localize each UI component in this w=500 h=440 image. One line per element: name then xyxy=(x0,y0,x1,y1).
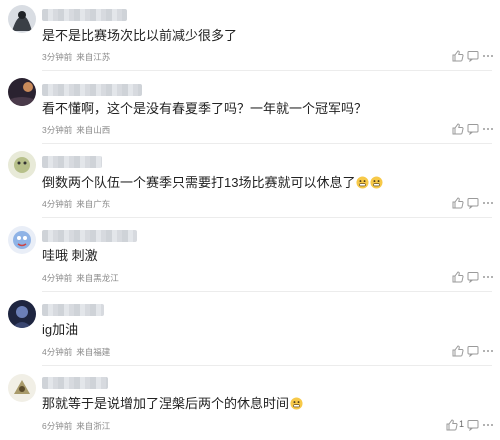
comment-text: 看不懂啊，这个是没有春夏季了吗？一年就一个冠军吗？ xyxy=(42,101,368,116)
avatar[interactable] xyxy=(8,300,36,328)
grimace-emoji-icon xyxy=(290,397,303,410)
comment-text: 哇哦 刺激 xyxy=(42,248,98,263)
divider xyxy=(42,365,492,366)
comment-meta: 4分钟前 来自黑龙江 xyxy=(42,272,119,284)
comment-bubble-icon[interactable] xyxy=(466,49,480,63)
more-dots-icon[interactable] xyxy=(481,196,495,210)
avatar[interactable] xyxy=(8,78,36,106)
avatar[interactable] xyxy=(8,151,36,179)
divider xyxy=(42,70,492,71)
comment-text: ig加油 xyxy=(42,322,79,337)
username-blurred[interactable] xyxy=(42,304,104,316)
avatar[interactable] xyxy=(8,5,36,33)
comment-time: 4分钟前 xyxy=(42,199,73,209)
like-count: 1 xyxy=(459,419,465,429)
comment-bubble-icon[interactable] xyxy=(466,418,480,432)
more-dots-icon[interactable] xyxy=(481,49,495,63)
comment-time: 3分钟前 xyxy=(42,52,73,62)
comment-text: 倒数两个队伍一个赛季只需要打13场比赛就可以休息了 xyxy=(42,174,384,192)
comment-meta: 3分钟前 来自江苏 xyxy=(42,51,110,63)
comment-bubble-icon[interactable] xyxy=(466,196,480,210)
more-dots-icon[interactable] xyxy=(481,270,495,284)
thumbs-up-icon[interactable] xyxy=(445,418,459,432)
divider xyxy=(42,217,492,218)
comment-bubble-icon[interactable] xyxy=(466,122,480,136)
comment-meta: 3分钟前 来自山西 xyxy=(42,124,110,136)
thumbs-up-icon[interactable] xyxy=(451,270,465,284)
thumbs-up-icon[interactable] xyxy=(451,122,465,136)
username-blurred[interactable] xyxy=(42,9,127,21)
more-dots-icon[interactable] xyxy=(481,418,495,432)
comment-text-content: 那就等于是说增加了涅槃后两个的休息时间 xyxy=(42,396,290,411)
comment-meta: 4分钟前 来自福建 xyxy=(42,346,110,358)
username-blurred[interactable] xyxy=(42,84,142,96)
comment-location: 来自福建 xyxy=(76,347,111,357)
comment-time: 4分钟前 xyxy=(42,347,73,357)
divider xyxy=(42,291,492,292)
grimace-emoji-icon xyxy=(370,176,384,189)
avatar[interactable] xyxy=(8,374,36,402)
comment-text: 那就等于是说增加了涅槃后两个的休息时间 xyxy=(42,395,303,413)
comment-location: 来自江苏 xyxy=(76,52,111,62)
comment-bubble-icon[interactable] xyxy=(466,344,480,358)
comment-text-content: 倒数两个队伍一个赛季只需要打13场比赛就可以休息了 xyxy=(42,175,356,190)
divider xyxy=(42,143,492,144)
thumbs-up-icon[interactable] xyxy=(451,49,465,63)
thumbs-up-icon[interactable] xyxy=(451,196,465,210)
grimace-emoji-icon xyxy=(356,176,370,189)
thumbs-up-icon[interactable] xyxy=(451,344,465,358)
comment-location: 来自浙江 xyxy=(76,421,111,431)
username-blurred[interactable] xyxy=(42,230,137,242)
more-dots-icon[interactable] xyxy=(481,344,495,358)
avatar[interactable] xyxy=(8,226,36,254)
comment-location: 来自黑龙江 xyxy=(76,273,119,283)
comment-bubble-icon[interactable] xyxy=(466,270,480,284)
comment-text: 是不是比赛场次比以前减少很多了 xyxy=(42,28,238,43)
comment-meta: 4分钟前 来自广东 xyxy=(42,198,110,210)
comment-location: 来自广东 xyxy=(76,199,111,209)
comment-time: 3分钟前 xyxy=(42,125,73,135)
comment-location: 来自山西 xyxy=(76,125,111,135)
comment-time: 6分钟前 xyxy=(42,421,73,431)
comment-meta: 6分钟前 来自浙江 xyxy=(42,420,110,432)
more-dots-icon[interactable] xyxy=(481,122,495,136)
comment-time: 4分钟前 xyxy=(42,273,73,283)
username-blurred[interactable] xyxy=(42,156,102,168)
username-blurred[interactable] xyxy=(42,377,108,389)
